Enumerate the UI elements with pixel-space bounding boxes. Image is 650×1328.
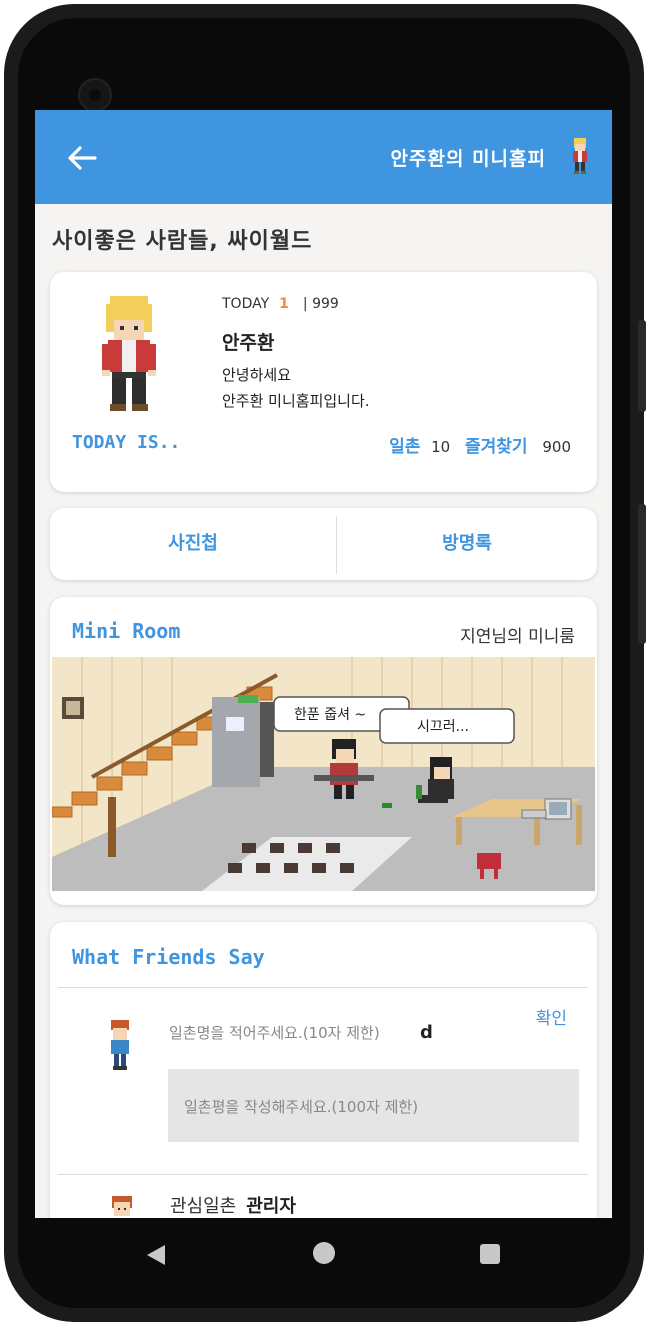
bubble-2-text: 시끄러...: [417, 719, 469, 735]
nickname-value[interactable]: d: [420, 1022, 433, 1043]
profile-name: 안주환: [222, 332, 275, 354]
profile-avatar: [102, 296, 156, 411]
profile-stats: 일촌 10 즐겨찾기 900: [389, 432, 571, 457]
bubble-1-text: 한푼 줍셔 ~: [294, 707, 366, 723]
favorites-label[interactable]: 즐겨찾기: [465, 437, 528, 457]
friends-say-title: What Friends Say: [72, 945, 265, 969]
system-nav-bar: [35, 1218, 612, 1290]
friend-avatar: [112, 1196, 132, 1216]
profile-card: TODAY 1 | 999 안주환 안녕하세요 안주환 미니홈피입니다. TODAY…: [50, 272, 597, 492]
app-screen: 안주환의 미니홈피 사이좋은 사람들, 싸이월드 TODAY 1 | 999 안…: [35, 110, 612, 1218]
greeting-line-2: 안주환 미니홈피입니다.: [222, 392, 370, 410]
page-title: 안주환의 미니홈피: [390, 148, 546, 170]
greeting-line-1: 안녕하세요: [222, 366, 292, 384]
divider: [58, 1174, 588, 1175]
ilchon-count: 10: [431, 438, 451, 456]
friends-say-card: What Friends Say 확인 일촌명을 적어주세요.(10자 제한) …: [50, 922, 597, 1218]
interest-label: 관심일촌: [170, 1196, 237, 1217]
my-avatar: [111, 1020, 129, 1070]
miniroom-card: Mini Room 지연님의 미니룸 한푼 줍셔 ~ 시끄러...: [50, 597, 597, 905]
confirm-button[interactable]: 확인: [536, 1004, 567, 1029]
interest-friend: 관심일촌 관리자: [170, 1192, 296, 1218]
power-button: [638, 320, 646, 412]
ilchon-label[interactable]: 일촌: [389, 437, 420, 457]
volume-button: [638, 504, 646, 644]
total-count: | 999: [302, 296, 339, 312]
profile-greeting: 안녕하세요 안주환 미니홈피입니다.: [222, 362, 370, 414]
favorites-count: 900: [542, 438, 571, 456]
today-is-label: TODAY IS..: [72, 432, 181, 453]
visitor-counter: TODAY 1 | 999: [222, 296, 339, 312]
interest-value[interactable]: 관리자: [246, 1196, 296, 1217]
nav-back-icon[interactable]: [145, 1244, 167, 1266]
miniroom-image: 한푼 줍셔 ~ 시끄러...: [52, 657, 595, 891]
front-camera: [78, 78, 112, 112]
nav-home-icon[interactable]: [313, 1242, 335, 1264]
tab-photo-album[interactable]: 사진첩: [50, 508, 336, 580]
nav-recents-icon[interactable]: [480, 1244, 500, 1264]
divider: [58, 987, 588, 988]
today-label: TODAY: [222, 296, 270, 312]
owner-avatar-icon: [573, 138, 587, 174]
review-placeholder: 일촌평을 작성해주세요.(100자 제한): [184, 1098, 419, 1116]
headline: 사이좋은 사람들, 싸이월드: [52, 229, 313, 254]
review-input[interactable]: 일촌평을 작성해주세요.(100자 제한): [168, 1069, 579, 1142]
today-count: 1: [279, 296, 289, 312]
menu-tabs: 사진첩 방명록: [50, 508, 597, 580]
app-bar: 안주환의 미니홈피: [35, 110, 612, 204]
miniroom-title: Mini Room: [72, 619, 181, 643]
tab-guestbook[interactable]: 방명록: [337, 508, 597, 580]
miniroom-owner: 지연님의 미니룸: [460, 627, 575, 647]
back-arrow-icon[interactable]: [67, 145, 97, 171]
nickname-input[interactable]: 일촌명을 적어주세요.(10자 제한): [169, 1022, 380, 1043]
